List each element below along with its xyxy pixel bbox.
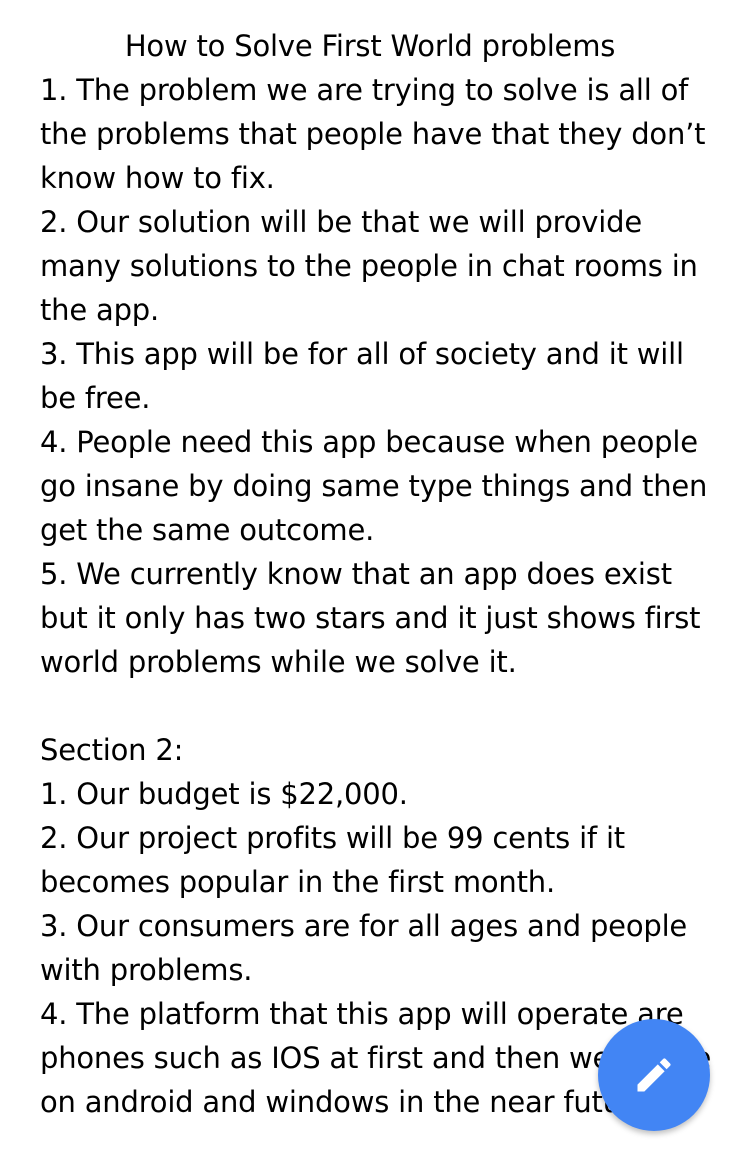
edit-button[interactable] [598,1019,710,1131]
section1-item-3: 3. This app will be for all of society a… [40,337,684,415]
document-title: How to Solve First World problems [124,29,616,63]
section2-item-3: 3. Our consumers are for all ages and pe… [40,909,688,987]
section1-item-5: 5. We currently know that an app does ex… [40,557,701,679]
section2-item-2: 2. Our project profits will be 99 cents … [40,821,625,899]
document-body: How to Solve First World problems 1. The… [40,24,720,1124]
section2-item-1: 1. Our budget is $22,000. [40,777,408,811]
section1-item-4: 4. People need this app because when peo… [40,425,708,547]
edit-pencil-icon [637,1058,671,1092]
section1-item-1: 1. The problem we are trying to solve is… [40,73,706,195]
section2-heading: Section 2: [40,733,184,767]
section1-item-2: 2. Our solution will be that we will pro… [40,205,698,327]
